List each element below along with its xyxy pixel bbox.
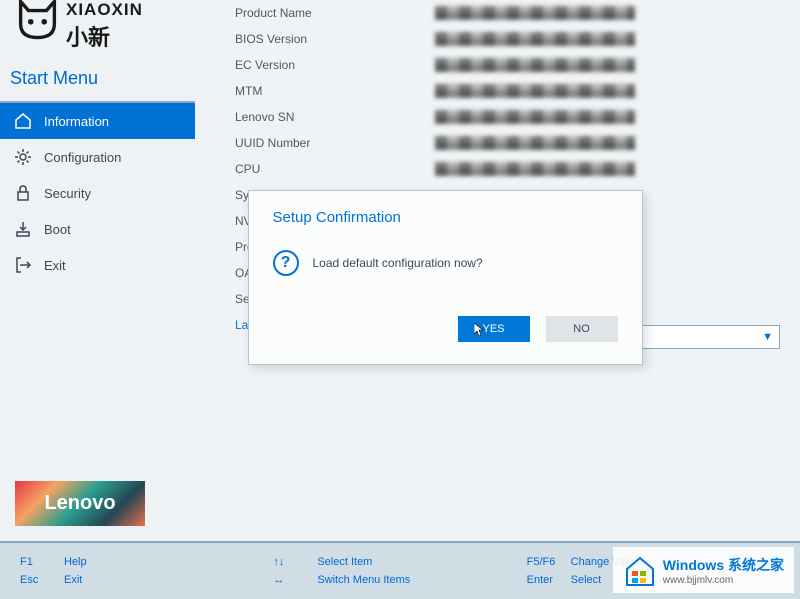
cursor-icon: [474, 323, 486, 337]
no-button[interactable]: NO: [546, 316, 618, 342]
watermark: Windows 系统之家 www.bjjmlv.com: [613, 547, 794, 593]
dialog-buttons: YES NO: [273, 316, 618, 342]
dialog-message: Load default configuration now?: [313, 256, 483, 270]
confirmation-dialog: Setup Confirmation ? Load default config…: [248, 190, 643, 365]
yes-button[interactable]: YES: [458, 316, 530, 342]
windows-house-icon: [623, 553, 657, 587]
dialog-body: ? Load default configuration now?: [273, 250, 618, 276]
dialog-title: Setup Confirmation: [273, 209, 618, 226]
watermark-text: Windows 系统之家 www.bjjmlv.com: [663, 555, 784, 586]
question-icon: ?: [273, 250, 299, 276]
modal-overlay: Setup Confirmation ? Load default config…: [0, 0, 800, 599]
